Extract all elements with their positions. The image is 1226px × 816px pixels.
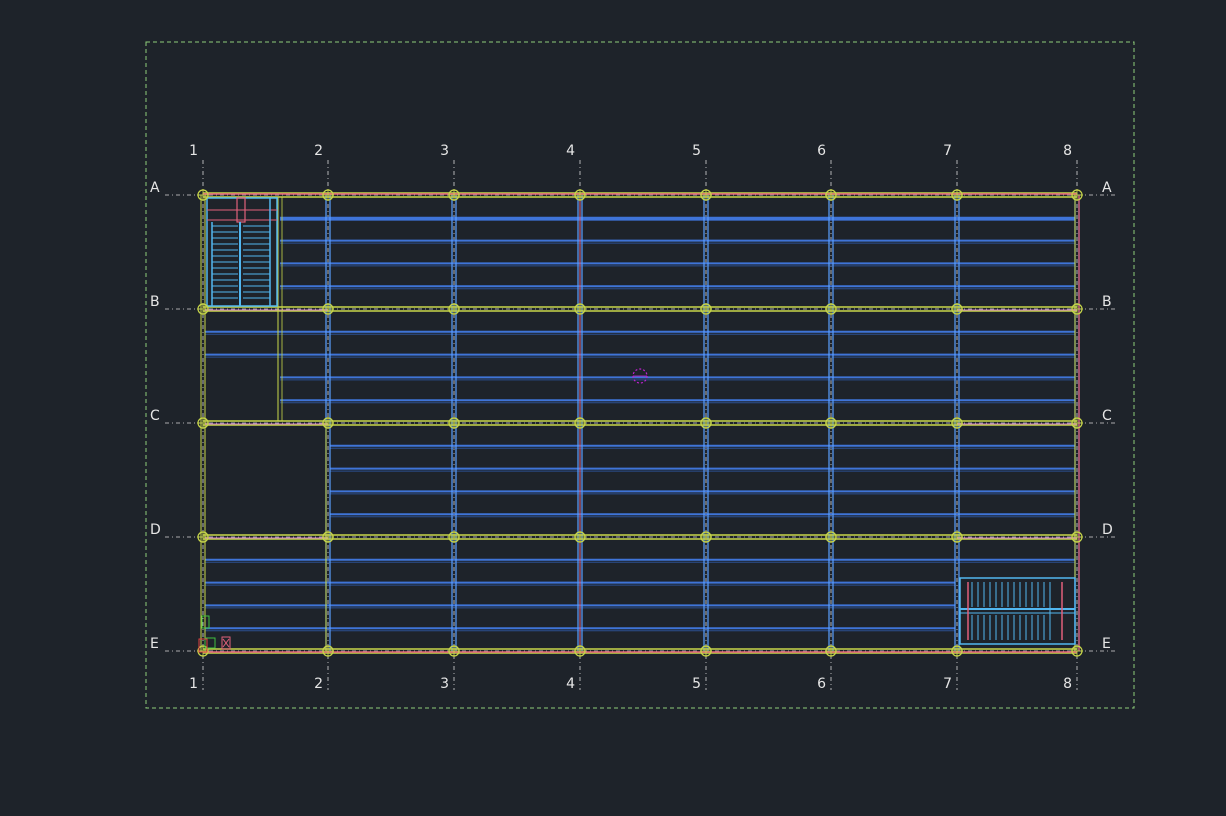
row-axes: A A B B C C D D E E <box>150 180 1115 652</box>
row-label-right: C <box>1102 408 1112 424</box>
row-label-left: C <box>150 408 160 424</box>
secondary-beams <box>205 216 1075 632</box>
row-label-left: E <box>150 636 159 652</box>
column-label-top: 3 <box>440 143 449 159</box>
floor-plan-drawing[interactable]: 1 1 2 2 3 3 4 4 5 5 6 6 7 7 8 8 A A B B C C D D E E <box>0 0 1226 812</box>
column-label-bottom: 2 <box>314 676 323 692</box>
stair-top-left <box>206 197 278 307</box>
column-label-bottom: 7 <box>943 676 952 692</box>
row-label-left: D <box>150 522 161 538</box>
column-label-top: 4 <box>566 143 575 159</box>
row-label-left: A <box>150 180 160 196</box>
column-label-bottom: 1 <box>189 676 198 692</box>
row-label-right: E <box>1102 636 1111 652</box>
row-label-right: B <box>1102 294 1112 310</box>
column-label-bottom: 8 <box>1063 676 1072 692</box>
column-label-top: 5 <box>692 143 701 159</box>
stair-outline <box>206 197 278 307</box>
column-label-bottom: 6 <box>817 676 826 692</box>
column-label-top: 1 <box>189 143 198 159</box>
column-axes: 1 1 2 2 3 3 4 4 5 5 6 6 7 7 8 8 <box>189 143 1078 692</box>
column-label-top: 6 <box>817 143 826 159</box>
row-label-right: D <box>1102 522 1113 538</box>
row-label-left: B <box>150 294 160 310</box>
stair-outline <box>959 577 1076 645</box>
column-label-top: 7 <box>943 143 952 159</box>
column-label-bottom: 4 <box>566 676 575 692</box>
column-label-top: 8 <box>1063 143 1072 159</box>
stair-bottom-right <box>959 577 1076 645</box>
column-label-bottom: 3 <box>440 676 449 692</box>
column-label-bottom: 5 <box>692 676 701 692</box>
cad-drawing-canvas[interactable]: 1 1 2 2 3 3 4 4 5 5 6 6 7 7 8 8 A A B B C C D D E E <box>0 0 1226 812</box>
row-label-right: A <box>1102 180 1112 196</box>
center-target-icon <box>632 368 648 384</box>
column-label-top: 2 <box>314 143 323 159</box>
